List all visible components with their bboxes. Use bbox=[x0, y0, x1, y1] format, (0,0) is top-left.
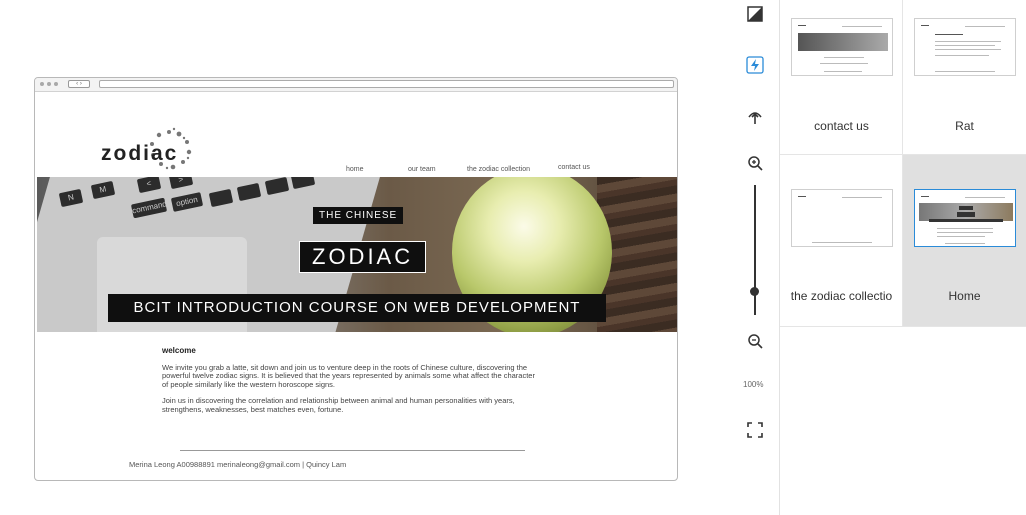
thumbnail bbox=[914, 189, 1016, 247]
window-dot bbox=[40, 82, 44, 86]
page-thumb-rat[interactable]: Rat bbox=[903, 0, 1026, 155]
key bbox=[264, 177, 290, 196]
footer-divider bbox=[180, 450, 525, 451]
pages-panel: contact us Rat the zodiac collectio Home bbox=[779, 0, 1026, 515]
key: command bbox=[130, 197, 168, 219]
page-label: Rat bbox=[955, 119, 974, 133]
key bbox=[236, 182, 262, 202]
hero-title: ZODIAC bbox=[299, 241, 427, 273]
keyboard: N M < > command option bbox=[42, 177, 342, 227]
intro-paragraph: We invite you grab a latte, sit down and… bbox=[162, 362, 535, 389]
thumbnail bbox=[914, 18, 1016, 76]
upload-icon[interactable] bbox=[744, 106, 766, 128]
key bbox=[290, 177, 316, 190]
zoom-in-icon[interactable] bbox=[744, 152, 766, 174]
key: N bbox=[58, 188, 84, 208]
page-label: the zodiac collectio bbox=[790, 289, 893, 303]
nav-home: home bbox=[346, 166, 364, 173]
lightning-icon[interactable] bbox=[744, 54, 766, 76]
back-forward-icon: ‹ › bbox=[68, 80, 90, 88]
hero-subtitle: THE CHINESE bbox=[313, 207, 404, 224]
key bbox=[208, 188, 234, 208]
page-label: Home bbox=[948, 289, 981, 303]
hero-tagline: BCIT INTRODUCTION COURSE ON WEB DEVELOPM… bbox=[108, 294, 606, 322]
thumbnail bbox=[791, 189, 893, 247]
nav-our-team: our team bbox=[408, 166, 436, 173]
join-paragraph: Join us in discovering the correlation a… bbox=[162, 396, 515, 414]
nav-zodiac-collection: the zodiac collection bbox=[467, 166, 531, 173]
nav-contact-us: contact us bbox=[558, 164, 590, 171]
main-content: welcome We invite you grab a latte, sit … bbox=[162, 346, 542, 422]
preview-window: ‹ › zodiac home our team the zodiac coll… bbox=[34, 77, 678, 481]
key: < bbox=[136, 177, 162, 194]
hero-banner: N M < > command option THE CHINESE ZODIA… bbox=[37, 177, 677, 332]
site-logo-text: zodiac bbox=[101, 142, 179, 165]
site-header: zodiac home our team the zodiac collecti… bbox=[35, 92, 677, 178]
key: option bbox=[170, 192, 204, 212]
page-thumb-home[interactable]: Home bbox=[903, 155, 1026, 327]
key: > bbox=[168, 177, 194, 190]
fullscreen-icon[interactable] bbox=[744, 419, 766, 441]
thumbnail bbox=[791, 18, 893, 76]
page-thumb-contact-us[interactable]: contact us bbox=[780, 0, 903, 155]
page-thumb-zodiac-collection[interactable]: the zodiac collectio bbox=[780, 155, 903, 327]
browser-chrome: ‹ › bbox=[35, 78, 677, 92]
site-footer: Merina Leong A00988891 merinaleong@gmail… bbox=[129, 460, 347, 469]
welcome-heading: welcome bbox=[162, 346, 196, 355]
zoom-slider-handle[interactable] bbox=[750, 287, 759, 296]
page-label: contact us bbox=[814, 119, 869, 133]
zoom-level: 100% bbox=[743, 380, 764, 389]
zoom-out-icon[interactable] bbox=[744, 330, 766, 352]
tool-column: 100% bbox=[735, 0, 777, 515]
contrast-icon[interactable] bbox=[744, 3, 766, 25]
window-dot bbox=[54, 82, 58, 86]
address-bar bbox=[99, 80, 674, 88]
key: M bbox=[90, 180, 116, 200]
window-dot bbox=[47, 82, 51, 86]
